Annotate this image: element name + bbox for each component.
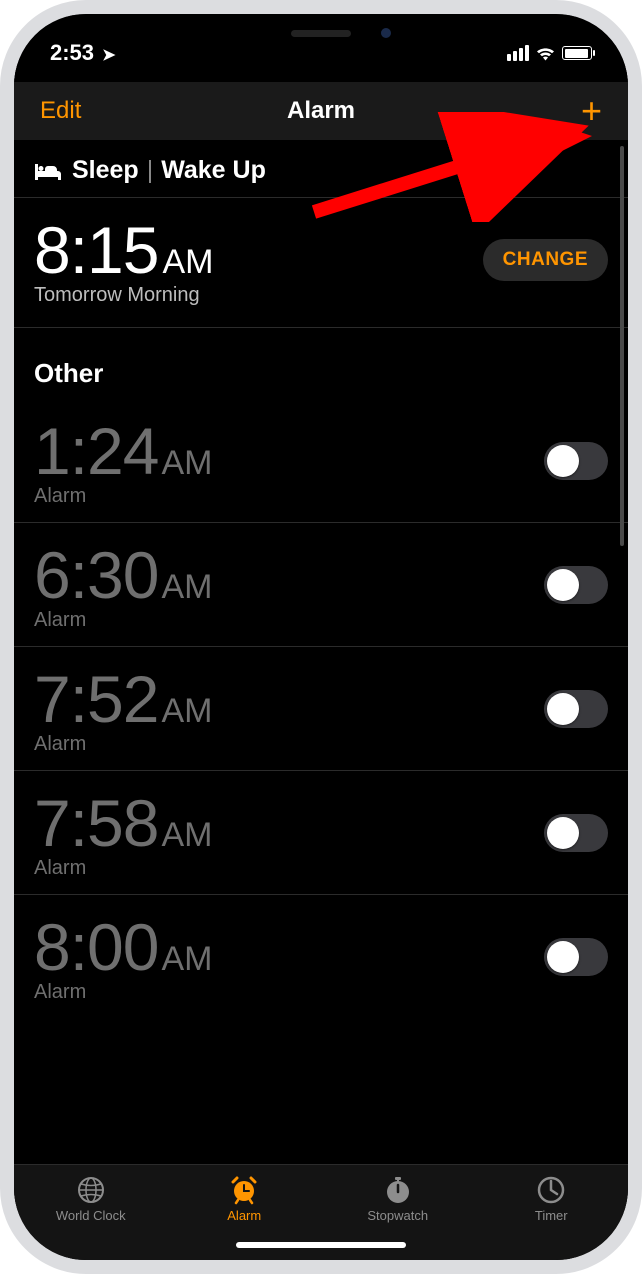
sleep-subtitle: Tomorrow Morning [34,284,213,307]
tab-label: Timer [535,1208,568,1223]
sleep-alarm-row[interactable]: 8:15 AM Tomorrow Morning CHANGE [14,198,628,328]
globe-icon [76,1175,106,1205]
sleep-section-header: Sleep | Wake Up [14,140,628,198]
alarm-clock-icon [229,1175,259,1205]
alarm-time-ampm: AM [161,568,212,607]
alarm-time-ampm: AM [161,816,212,855]
notch [181,14,461,52]
edit-button[interactable]: Edit [40,97,81,125]
location-icon: ➤ [102,47,115,64]
tab-world-clock[interactable]: World Clock [14,1175,168,1223]
other-section-header: Other [14,328,628,399]
tab-label: Alarm [227,1208,261,1223]
alarm-list[interactable]: Sleep | Wake Up 8:15 AM Tomorrow Morning… [14,140,628,1164]
tab-alarm[interactable]: Alarm [168,1175,322,1223]
alarm-toggle[interactable] [544,690,608,728]
scroll-indicator [620,146,624,546]
alarm-label: Alarm [34,857,212,880]
alarm-row[interactable]: 8:00AM Alarm [14,895,628,1018]
alarm-toggle[interactable] [544,566,608,604]
alarm-time-ampm: AM [161,444,212,483]
alarm-row[interactable]: 6:30AM Alarm [14,523,628,647]
alarm-row[interactable]: 7:58AM Alarm [14,771,628,895]
status-time: 2:53 ➤ [50,40,116,66]
alarm-time-value: 6:30 [34,537,158,613]
front-camera [381,28,391,38]
alarm-label: Alarm [34,981,212,1004]
status-right [507,45,592,61]
alarm-time-value: 8:00 [34,909,158,985]
screen: 2:53 ➤ Edit Alarm + Sleep | Wake Up [14,14,628,1260]
alarm-toggle[interactable] [544,442,608,480]
home-indicator[interactable] [236,1242,406,1248]
phone-frame: 2:53 ➤ Edit Alarm + Sleep | Wake Up [0,0,642,1274]
status-time-text: 2:53 [50,40,94,65]
alarm-toggle[interactable] [544,938,608,976]
speaker-grill [291,30,351,37]
alarm-row[interactable]: 7:52AM Alarm [14,647,628,771]
battery-icon [562,46,592,60]
tab-label: World Clock [56,1208,126,1223]
alarm-time-value: 1:24 [34,413,158,489]
tab-stopwatch[interactable]: Stopwatch [321,1175,475,1223]
add-alarm-button[interactable]: + [581,93,602,129]
tab-label: Stopwatch [367,1208,428,1223]
alarm-row[interactable]: 1:24AM Alarm [14,399,628,523]
sleep-time-value: 8:15 [34,212,158,288]
sleep-header-left: Sleep [72,156,139,185]
alarm-time-value: 7:58 [34,785,158,861]
alarm-time-ampm: AM [161,692,212,731]
sleep-header-right: Wake Up [161,156,266,185]
sleep-time-ampm: AM [162,243,213,282]
alarm-time-value: 7:52 [34,661,158,737]
sleep-header-divider: | [147,156,154,185]
tab-timer[interactable]: Timer [475,1175,629,1223]
alarm-time-ampm: AM [161,940,212,979]
alarm-label: Alarm [34,733,212,756]
cellular-icon [507,45,529,61]
timer-icon [536,1175,566,1205]
bed-icon [34,161,62,181]
nav-bar: Edit Alarm + [14,82,628,140]
wifi-icon [535,46,556,61]
alarm-label: Alarm [34,609,212,632]
stopwatch-icon [383,1175,413,1205]
nav-title: Alarm [287,97,355,125]
alarm-label: Alarm [34,485,212,508]
sleep-time: 8:15 AM [34,212,213,288]
alarm-toggle[interactable] [544,814,608,852]
change-button[interactable]: CHANGE [483,239,608,281]
